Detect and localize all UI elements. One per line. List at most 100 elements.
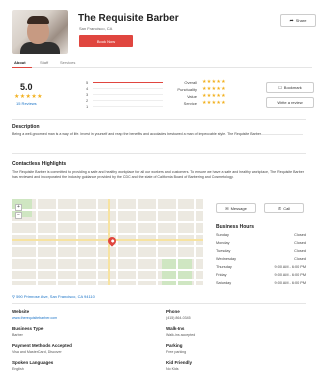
message-icon: ✉ — [225, 205, 229, 211]
location-icon: ⚲ — [12, 294, 15, 299]
rating-bar-row: 4 — [86, 86, 166, 91]
rating-bar-star: 5 — [86, 80, 89, 85]
hours-row: Tuesday Closed — [216, 249, 306, 255]
business-type-label: Business Type — [12, 326, 44, 331]
call-button[interactable]: ✆ Call — [264, 203, 304, 213]
avatar-hair — [27, 16, 49, 24]
hours-row: Wednesday Closed — [216, 257, 306, 263]
map-street — [116, 199, 118, 285]
phone-icon: ✆ — [277, 205, 282, 211]
bookmark-label: Bookmark — [283, 85, 302, 90]
hours-time: 9:00 AM - 6:00 PM — [274, 273, 306, 277]
bookmark-button[interactable]: ☐ Bookmark — [266, 82, 314, 93]
hours-time: Closed — [294, 241, 306, 245]
rating-stars: ★★★★★ — [14, 94, 43, 100]
rating-bar-row: 3 — [86, 92, 166, 97]
hours-time: 9:00 AM - 6:00 PM — [274, 265, 306, 269]
divider — [12, 303, 306, 304]
website-link[interactable]: www.therequisitebarber.com — [12, 316, 57, 320]
map-street — [194, 199, 196, 285]
category-stars: ★★★★★ — [202, 93, 226, 99]
rating-section: 5.0 ★★★★★ 15 Reviews 5 4 3 2 1 Overall ★… — [12, 76, 314, 116]
tab-staff[interactable]: Staff — [40, 60, 48, 65]
business-hours-title: Business Hours — [216, 224, 255, 230]
divider — [12, 153, 306, 154]
phone-label: Phone — [166, 309, 180, 314]
hours-time: Closed — [294, 257, 306, 261]
hours-row: Monday Closed — [216, 241, 306, 247]
map-street — [56, 199, 58, 285]
tab-services[interactable]: Services — [60, 60, 75, 65]
kid-friendly-value: No Kids — [166, 367, 179, 371]
category-rating-row: Value ★★★★★ — [172, 93, 252, 99]
map-street — [176, 199, 178, 285]
rating-bar-fill — [93, 81, 163, 84]
map-street — [136, 199, 138, 285]
message-button[interactable]: ✉ Message — [216, 203, 256, 213]
rating-bar-track — [93, 99, 163, 102]
tab-about[interactable]: About — [14, 60, 26, 65]
rating-bar-track — [93, 81, 163, 84]
address-text: 590 Primrose Ave, San Francisco, CA 9411… — [16, 294, 95, 299]
rating-bar-row: 5 — [86, 80, 166, 85]
rating-bar-row: 2 — [86, 98, 166, 103]
hours-time: 9:00 AM - 6:00 PM — [274, 281, 306, 285]
rating-score: 5.0 — [20, 82, 33, 92]
map-street — [76, 199, 78, 285]
parking-value: Free parking — [166, 350, 187, 354]
business-address[interactable]: ⚲ 590 Primrose Ave, San Francisco, CA 94… — [12, 294, 95, 299]
category-label: Punctuality — [177, 87, 197, 92]
rating-bar-track — [93, 105, 163, 108]
business-type-value: Barber — [12, 333, 23, 337]
hours-time: Closed — [294, 249, 306, 253]
contactless-text: The Requisite Barber is committed to pro… — [12, 170, 304, 179]
map-zoom-out-button[interactable]: − — [15, 212, 22, 219]
rating-bar-row: 1 — [86, 104, 166, 109]
bookmark-icon: ☐ — [278, 85, 282, 90]
call-label: Call — [283, 205, 291, 211]
business-location: San Francisco, CA — [79, 26, 113, 31]
phone-value[interactable]: (415) 864-0345 — [166, 316, 191, 320]
kid-friendly-label: Kid Friendly — [166, 360, 193, 365]
walkins-value: Walk-ins accepted — [166, 333, 196, 337]
map-street — [96, 199, 98, 285]
category-rating-row: Overall ★★★★★ — [172, 79, 252, 85]
map-street — [156, 199, 158, 285]
rating-bar-star: 4 — [86, 86, 89, 91]
rating-bar-star: 3 — [86, 92, 89, 97]
business-name: The Requisite Barber — [78, 13, 179, 24]
category-stars: ★★★★★ — [202, 79, 226, 85]
hours-row: Sunday Closed — [216, 233, 306, 239]
rating-bar-star: 1 — [86, 104, 89, 109]
category-label: Service — [183, 101, 197, 106]
contactless-title: Contactless Highlights — [12, 161, 67, 167]
rating-bar-star: 2 — [86, 98, 89, 103]
write-review-button[interactable]: Write a review — [266, 97, 314, 108]
languages-label: Spoken Languages — [12, 360, 54, 365]
map-zoom-in-button[interactable]: + — [15, 204, 22, 211]
hours-day: Thursday — [216, 265, 232, 269]
languages-value: English — [12, 367, 24, 371]
parking-label: Parking — [166, 343, 183, 348]
hours-day: Tuesday — [216, 249, 231, 253]
divider — [12, 119, 306, 120]
payment-label: Payment Methods Accepted — [12, 343, 72, 348]
category-rating-row: Service ★★★★★ — [172, 100, 252, 106]
share-label: Share — [295, 18, 307, 23]
hours-day: Wednesday — [216, 257, 236, 261]
active-tab-indicator — [12, 67, 32, 68]
walkins-label: Walk-Ins — [166, 326, 185, 331]
book-now-button[interactable]: Book Now — [79, 35, 133, 47]
business-header: The Requisite Barber San Francisco, CA B… — [12, 10, 316, 54]
category-stars: ★★★★★ — [202, 100, 226, 106]
category-rating-row: Punctuality ★★★★★ — [172, 86, 252, 92]
website-label: Website — [12, 309, 30, 314]
reviews-link[interactable]: 15 Reviews — [16, 101, 37, 106]
hours-time: Closed — [294, 233, 306, 237]
hours-day: Saturday — [216, 281, 232, 285]
rating-bar-track — [93, 87, 163, 90]
share-button[interactable]: ➦ Share — [280, 14, 316, 27]
tab-bar: About Staff Services — [12, 58, 312, 68]
payment-value: Visa and MasterCard, Discover — [12, 350, 62, 354]
hours-day: Monday — [216, 241, 230, 245]
